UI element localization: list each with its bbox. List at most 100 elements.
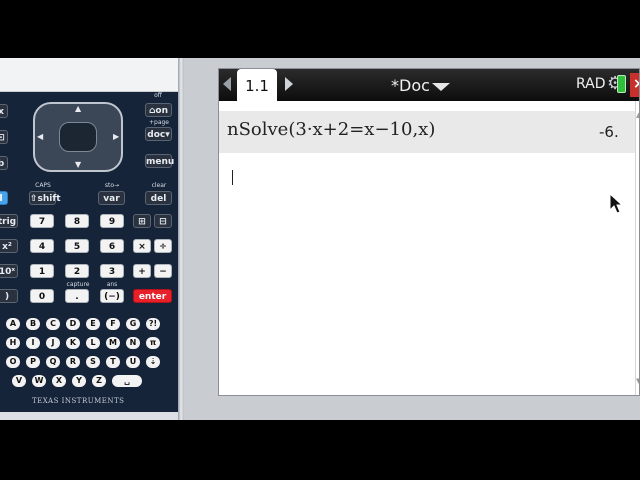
alpha-key-c[interactable]: C bbox=[46, 318, 60, 330]
entry-expression: nSolve(3·x+2=x−10,x) bbox=[227, 119, 436, 140]
next-page-arrow-icon[interactable] bbox=[285, 77, 293, 91]
capture-label: capture bbox=[66, 281, 90, 288]
alpha-key-z[interactable]: Z bbox=[92, 375, 106, 387]
template-key[interactable]: ⊞ bbox=[133, 214, 151, 228]
menu-key[interactable]: menu bbox=[145, 154, 174, 168]
alpha-key-x[interactable]: X bbox=[52, 375, 66, 387]
trig-key[interactable]: trig bbox=[0, 214, 18, 228]
tab-page-1-1[interactable]: 1.1 bbox=[237, 69, 277, 101]
off-label: off bbox=[154, 92, 162, 99]
mouse-pointer-icon bbox=[609, 193, 623, 214]
alpha-key-[interactable]: ?! bbox=[146, 318, 160, 330]
bracket-key[interactable]: ) bbox=[0, 289, 18, 303]
alpha-key-y[interactable]: Y bbox=[72, 375, 86, 387]
calculator-entry-row[interactable]: nSolve(3·x+2=x−10,x) -6. bbox=[219, 111, 635, 153]
alpha-key-i[interactable]: I bbox=[26, 337, 40, 349]
scratchpad-key[interactable]: ⊡ bbox=[0, 130, 8, 144]
keypad: ▲ ▼ ◀ ▶ x ⊡ b off ⌂on +page doc▾ menu CA… bbox=[0, 92, 178, 412]
on-key[interactable]: ⌂on bbox=[145, 103, 172, 117]
alpha-key-[interactable]: ␣ bbox=[112, 375, 142, 387]
alpha-key-p[interactable]: P bbox=[26, 356, 40, 368]
alpha-key-g[interactable]: G bbox=[126, 318, 140, 330]
multiply-key[interactable]: × bbox=[133, 239, 151, 253]
key-1[interactable]: 1 bbox=[30, 264, 54, 278]
ctrl-key[interactable]: l bbox=[0, 191, 8, 205]
alpha-key-t[interactable]: T bbox=[106, 356, 120, 368]
right-arrow-icon[interactable]: ▶ bbox=[113, 132, 119, 141]
alpha-key-k[interactable]: K bbox=[66, 337, 80, 349]
alpha-key-m[interactable]: M bbox=[106, 337, 120, 349]
sto-label: sto→ bbox=[104, 182, 120, 189]
alpha-key-j[interactable]: J bbox=[46, 337, 60, 349]
document-toolbar: 1.1 *Doc RAD ⚙ × bbox=[219, 69, 639, 101]
calculator-panel: ▲ ▼ ◀ ▶ x ⊡ b off ⌂on +page doc▾ menu CA… bbox=[0, 58, 184, 420]
minus-key[interactable]: − bbox=[154, 264, 172, 278]
alpha-key-h[interactable]: H bbox=[6, 337, 20, 349]
touchpad[interactable]: ▲ ▼ ◀ ▶ bbox=[33, 102, 123, 172]
scroll-down-icon[interactable]: ▼ bbox=[636, 377, 639, 385]
alpha-key-s[interactable]: S bbox=[86, 356, 100, 368]
previous-page-arrow-icon[interactable] bbox=[223, 77, 231, 91]
alpha-key-r[interactable]: R bbox=[66, 356, 80, 368]
alpha-key-v[interactable]: V bbox=[12, 375, 26, 387]
alpha-key-w[interactable]: W bbox=[32, 375, 46, 387]
tab-key[interactable]: b bbox=[0, 156, 8, 170]
alpha-key-f[interactable]: F bbox=[106, 318, 120, 330]
up-arrow-icon[interactable]: ▲ bbox=[75, 104, 81, 113]
negative-key[interactable]: (−) bbox=[100, 289, 124, 303]
key-8[interactable]: 8 bbox=[65, 214, 89, 228]
key-2[interactable]: 2 bbox=[65, 264, 89, 278]
click-button[interactable] bbox=[59, 122, 97, 152]
var-key[interactable]: var bbox=[98, 191, 125, 205]
divide-key[interactable]: ÷ bbox=[154, 239, 172, 253]
caps-label: CAPS bbox=[35, 182, 51, 189]
panel-divider[interactable] bbox=[178, 58, 184, 420]
close-icon[interactable]: × bbox=[630, 73, 639, 97]
page-label: +page bbox=[148, 119, 169, 126]
esc-key[interactable]: x bbox=[0, 104, 8, 118]
entry-result: -6. bbox=[599, 123, 619, 141]
scroll-up-icon[interactable]: ▲ bbox=[636, 111, 639, 119]
catalog-key[interactable]: ⊟ bbox=[154, 214, 172, 228]
alpha-key-n[interactable]: N bbox=[126, 337, 140, 349]
alpha-key-d[interactable]: D bbox=[66, 318, 80, 330]
battery-icon bbox=[617, 75, 626, 93]
enter-key[interactable]: enter bbox=[133, 289, 172, 303]
calculator-top-bezel bbox=[0, 58, 178, 92]
key-6[interactable]: 6 bbox=[100, 239, 124, 253]
key-5[interactable]: 5 bbox=[65, 239, 89, 253]
document-title[interactable]: *Doc bbox=[391, 76, 430, 95]
alpha-key-q[interactable]: Q bbox=[46, 356, 60, 368]
shift-key[interactable]: ⇧shift bbox=[29, 191, 61, 205]
down-arrow-icon[interactable]: ▼ bbox=[75, 160, 81, 169]
key-4[interactable]: 4 bbox=[30, 239, 54, 253]
del-key[interactable]: del bbox=[145, 191, 172, 205]
doc-key[interactable]: doc▾ bbox=[145, 127, 172, 141]
key-7[interactable]: 7 bbox=[30, 214, 54, 228]
plus-key[interactable]: + bbox=[133, 264, 151, 278]
angle-mode-indicator: RAD bbox=[576, 76, 606, 92]
screen: ▲ ▼ ◀ ▶ x ⊡ b off ⌂on +page doc▾ menu CA… bbox=[0, 0, 640, 480]
input-cursor[interactable] bbox=[232, 170, 233, 185]
app-area: ▲ ▼ ◀ ▶ x ⊡ b off ⌂on +page doc▾ menu CA… bbox=[0, 58, 640, 420]
alpha-key-[interactable]: π bbox=[146, 337, 160, 349]
chevron-down-icon[interactable] bbox=[432, 83, 450, 91]
key-3[interactable]: 3 bbox=[100, 264, 124, 278]
power-ten-key[interactable]: 10ˣ bbox=[0, 264, 18, 278]
alpha-key-e[interactable]: E bbox=[86, 318, 100, 330]
key-0[interactable]: 0 bbox=[30, 289, 54, 303]
alpha-key-b[interactable]: B bbox=[26, 318, 40, 330]
ans-label: ans bbox=[106, 281, 118, 288]
tab-label: 1.1 bbox=[245, 77, 269, 95]
scrollbar[interactable]: ▲ ▼ bbox=[635, 101, 639, 395]
left-arrow-icon[interactable]: ◀ bbox=[37, 132, 43, 141]
alpha-key-l[interactable]: L bbox=[86, 337, 100, 349]
alpha-key-o[interactable]: O bbox=[6, 356, 20, 368]
square-key[interactable]: x² bbox=[0, 239, 18, 253]
decimal-key[interactable]: . bbox=[65, 289, 89, 303]
alpha-key-[interactable]: ⇣ bbox=[146, 356, 160, 368]
key-9[interactable]: 9 bbox=[100, 214, 124, 228]
alpha-key-u[interactable]: U bbox=[126, 356, 140, 368]
alpha-key-a[interactable]: A bbox=[6, 318, 20, 330]
brand-logo: Texas Instruments bbox=[32, 397, 125, 405]
